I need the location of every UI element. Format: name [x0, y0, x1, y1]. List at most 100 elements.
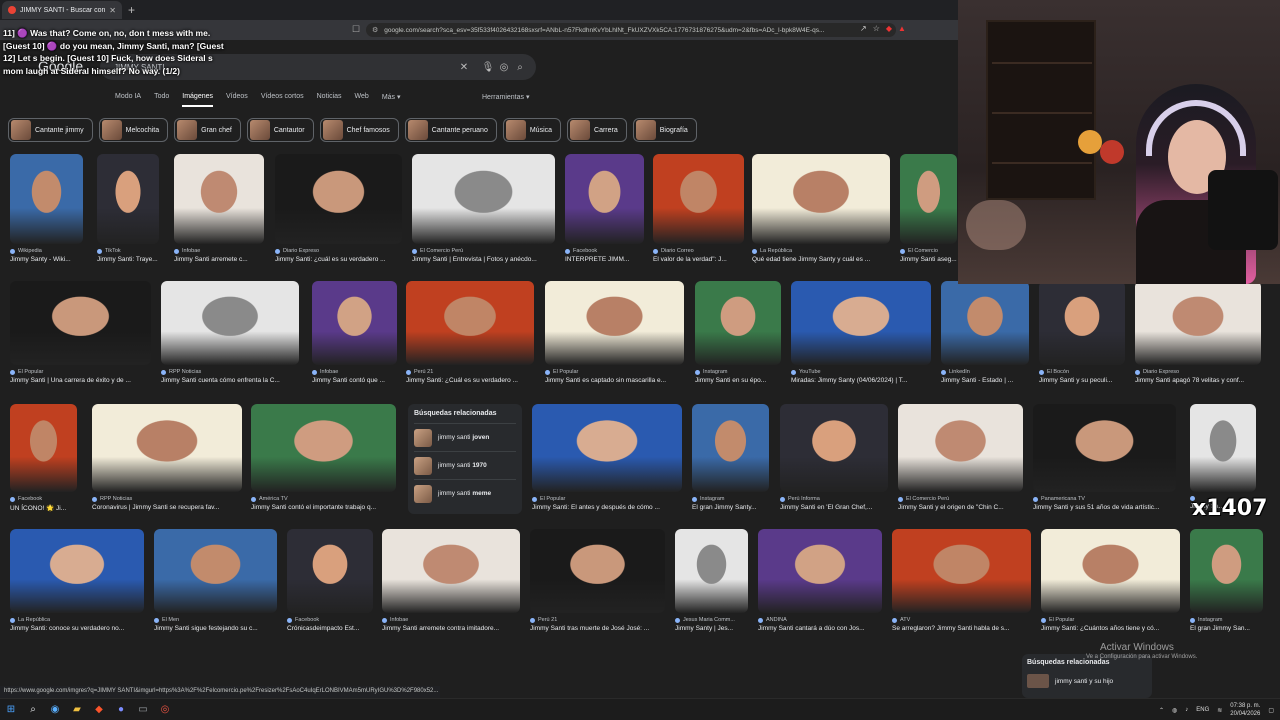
- result-caption[interactable]: Jimmy Santi apagó 78 velitas y conf...: [1135, 377, 1261, 384]
- result-caption[interactable]: Jimmy Santi | Una carrera de éxito y de …: [10, 377, 151, 384]
- result-caption[interactable]: Jimmy Santi | Entrevista | Fotos y anécd…: [412, 256, 555, 263]
- result-thumbnail[interactable]: [675, 529, 748, 613]
- url-field[interactable]: ⚙ google.com/search?sca_esv=35f533f40264…: [366, 23, 896, 37]
- result-thumbnail[interactable]: [382, 529, 520, 613]
- result-caption[interactable]: Jimmy Santi cantará a dúo con Jos...: [758, 625, 882, 632]
- result-thumbnail[interactable]: [758, 529, 882, 613]
- search-icon[interactable]: ⌕: [512, 62, 528, 73]
- tab-modo-ia[interactable]: Modo IA: [115, 93, 141, 107]
- result-source[interactable]: RPP Noticias: [161, 369, 299, 375]
- image-result-card[interactable]: La República Qué edad tiene Jimmy Santy y…: [752, 154, 890, 263]
- related-search-item[interactable]: jimmy santi meme: [414, 479, 516, 507]
- terminal-icon[interactable]: ▭: [132, 699, 154, 720]
- result-source[interactable]: ANDINA: [758, 617, 882, 623]
- result-thumbnail[interactable]: [900, 154, 957, 244]
- chip[interactable]: Cantante jimmy: [8, 118, 93, 142]
- network-icon[interactable]: ◍: [1172, 707, 1177, 714]
- result-thumbnail[interactable]: [653, 154, 744, 244]
- lens-icon[interactable]: ◎: [496, 62, 512, 73]
- result-source[interactable]: Infobae: [174, 248, 264, 254]
- result-thumbnail[interactable]: [174, 154, 264, 244]
- result-source[interactable]: TikTok: [97, 248, 159, 254]
- result-thumbnail[interactable]: [780, 404, 888, 492]
- result-caption[interactable]: Jimmy Santi: Traye...: [97, 256, 159, 263]
- result-source[interactable]: Perú 21: [406, 369, 534, 375]
- result-caption[interactable]: Jimmy Santi: ¿cuál es su verdadero ...: [275, 256, 402, 263]
- notifications-icon[interactable]: ▢: [1268, 707, 1274, 714]
- result-source[interactable]: Wikipedia: [10, 248, 83, 254]
- tab-todo[interactable]: Todo: [154, 93, 169, 107]
- image-result-card[interactable]: LinkedIn Jimmy Santi - Estado | ...: [941, 281, 1029, 384]
- result-source[interactable]: Facebook: [10, 496, 77, 502]
- chip[interactable]: Cantautor: [246, 118, 314, 142]
- discord-icon[interactable]: ●: [110, 699, 132, 720]
- image-result-card[interactable]: El Popular Jimmy Santi: El antes y despué…: [532, 404, 682, 511]
- result-caption[interactable]: Jimmy Santi: ¿Cuántos años tiene y có...: [1041, 625, 1180, 632]
- result-thumbnail[interactable]: [941, 281, 1029, 365]
- image-result-card[interactable]: El Popular Jimmy Santi es captado sin mas…: [545, 281, 684, 384]
- image-result-card[interactable]: Diario Expreso Jimmy Santi apagó 78 velit…: [1135, 281, 1261, 384]
- image-result-card[interactable]: América TV Jimmy Santi contó el important…: [251, 404, 396, 511]
- result-source[interactable]: El Men: [154, 617, 277, 623]
- tab-noticias[interactable]: Noticias: [317, 93, 342, 107]
- result-caption[interactable]: Jimmy Santi en 'El Gran Chef,...: [780, 504, 888, 511]
- result-thumbnail[interactable]: [10, 404, 77, 492]
- chip[interactable]: Gran chef: [174, 118, 241, 142]
- search-icon[interactable]: ⌕: [22, 699, 44, 720]
- chip[interactable]: Biografía: [632, 118, 697, 142]
- result-caption[interactable]: Qué edad tiene Jimmy Santy y cuál es ...: [752, 256, 890, 263]
- result-caption[interactable]: Jimmy Santi cuenta cómo enfrenta la C...: [161, 377, 299, 384]
- result-thumbnail[interactable]: [97, 154, 159, 244]
- share-icon[interactable]: ↗: [860, 24, 867, 33]
- bookmark-icon[interactable]: ☐: [352, 24, 360, 35]
- result-thumbnail[interactable]: [275, 154, 402, 244]
- result-thumbnail[interactable]: [287, 529, 373, 613]
- result-caption[interactable]: El valor de la verdad": J...: [653, 256, 744, 263]
- result-thumbnail[interactable]: [752, 154, 890, 244]
- image-result-card[interactable]: Jimmy Sa...: [1190, 404, 1256, 510]
- file-explorer-icon[interactable]: ▰: [66, 699, 88, 720]
- result-thumbnail[interactable]: [312, 281, 397, 365]
- result-caption[interactable]: Jimmy Santi es captado sin mascarilla e.…: [545, 377, 684, 384]
- image-result-card[interactable]: Perú Informa Jimmy Santi en 'El Gran Chef…: [780, 404, 888, 511]
- obs-icon[interactable]: ◎: [154, 699, 176, 720]
- image-result-card[interactable]: Panamericana TV Jimmy Santi y sus 51 años…: [1033, 404, 1176, 511]
- image-result-card[interactable]: Wikipedia Jimmy Santy - Wiki...: [10, 154, 83, 263]
- browser-tab[interactable]: JIMMY SANTI - Buscar con Goog ✕: [2, 1, 122, 19]
- tray-chevron-icon[interactable]: ⌃: [1159, 707, 1164, 714]
- image-result-card[interactable]: Jesus Maria Comm... Jimmy Santy | Jes...: [675, 529, 748, 632]
- related-search-item[interactable]: jimmy santi joven: [414, 423, 516, 451]
- image-result-card[interactable]: RPP Noticias Coronavirus | Jimmy Santi se…: [92, 404, 242, 511]
- result-caption[interactable]: INTERPRETE JIMM...: [565, 256, 644, 263]
- chip[interactable]: Carrera: [567, 118, 627, 142]
- result-source[interactable]: LinkedIn: [941, 369, 1029, 375]
- result-source[interactable]: Instagram: [692, 496, 769, 502]
- image-result-card[interactable]: El Comercio Jimmy Santi aseg...: [900, 154, 957, 263]
- result-thumbnail[interactable]: [791, 281, 931, 365]
- result-caption[interactable]: El gran Jimmy San...: [1190, 625, 1263, 632]
- result-thumbnail[interactable]: [10, 281, 151, 365]
- result-thumbnail[interactable]: [692, 404, 769, 492]
- result-source[interactable]: RPP Noticias: [92, 496, 242, 502]
- clock[interactable]: 07:38 p. m. 20/04/2026: [1230, 702, 1260, 718]
- result-source[interactable]: Diario Correo: [653, 248, 744, 254]
- result-source[interactable]: Jesus Maria Comm...: [675, 617, 748, 623]
- result-thumbnail[interactable]: [545, 281, 684, 365]
- image-result-card[interactable]: Instagram El gran Jimmy San...: [1190, 529, 1263, 632]
- result-source[interactable]: El Popular: [545, 369, 684, 375]
- result-caption[interactable]: Jimmy Santi: El antes y después de cómo …: [532, 504, 682, 511]
- image-result-card[interactable]: ATV Se arreglaron? Jimmy Santi habla de s…: [892, 529, 1031, 632]
- image-result-card[interactable]: El Men Jimmy Santi sigue festejando su c.…: [154, 529, 277, 632]
- image-result-card[interactable]: Infobae Jimmy Santi arremete c...: [174, 154, 264, 263]
- image-result-card[interactable]: Infobae Jimmy Santi contó que ...: [312, 281, 397, 384]
- result-source[interactable]: Perú 21: [530, 617, 665, 623]
- image-result-card[interactable]: El Comercio Perú Jimmy Santi | Entrevista…: [412, 154, 555, 263]
- image-result-card[interactable]: ANDINA Jimmy Santi cantará a dúo con Jos.…: [758, 529, 882, 632]
- result-thumbnail[interactable]: [1041, 529, 1180, 613]
- result-thumbnail[interactable]: [10, 529, 144, 613]
- image-result-card[interactable]: El Comercio Perú Jimmy Santi y el origen …: [898, 404, 1023, 511]
- chip[interactable]: Cantante peruano: [404, 118, 497, 142]
- result-source[interactable]: Diario Expreso: [1135, 369, 1261, 375]
- result-source[interactable]: América TV: [251, 496, 396, 502]
- volume-icon[interactable]: ♪: [1185, 707, 1188, 713]
